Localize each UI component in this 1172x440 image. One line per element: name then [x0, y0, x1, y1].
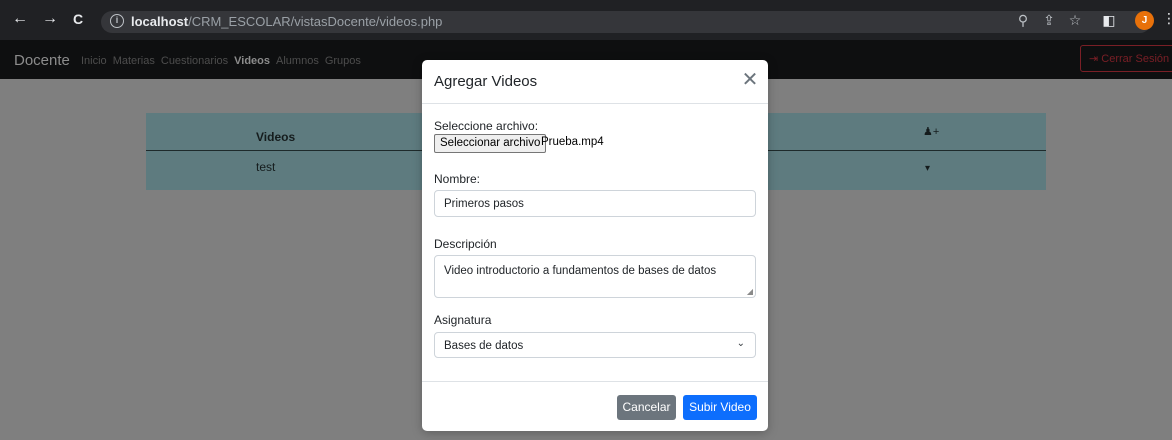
nav-link-inicio[interactable]: Inicio — [81, 55, 107, 67]
selected-file-name: Prueba.mp4 — [541, 136, 604, 148]
description-label: Descripción — [434, 237, 497, 251]
subject-selected-value: Bases de datos — [444, 340, 524, 352]
nav-link-materias[interactable]: Materias — [113, 55, 155, 67]
url-path: /CRM_ESCOLAR/vistasDocente/videos.php — [188, 14, 443, 29]
star-icon[interactable]: ☆ — [1066, 12, 1084, 28]
add-user-icon[interactable]: ♟+ — [923, 125, 939, 138]
url-text: localhost/CRM_ESCOLAR/vistasDocente/vide… — [131, 14, 442, 29]
row-actions-caret-icon[interactable]: ▾ — [925, 163, 930, 174]
logout-button[interactable]: ⇥ Cerrar Sesión — [1080, 45, 1172, 72]
file-label: Seleccione archivo: — [434, 119, 539, 133]
choose-file-button[interactable]: Seleccionar archivo — [434, 134, 547, 153]
nav-link-videos[interactable]: Videos — [234, 55, 270, 67]
add-video-modal: Agregar Videos ✕ Seleccione archivo: Sel… — [422, 60, 768, 431]
submit-video-button[interactable]: Subir Video — [683, 395, 757, 420]
back-icon[interactable]: ← — [10, 8, 30, 30]
logout-label: Cerrar Sesión — [1101, 53, 1170, 65]
address-bar[interactable]: i localhost/CRM_ESCOLAR/vistasDocente/vi… — [101, 11, 1151, 33]
nav-link-cuestionarios[interactable]: Cuestionarios — [161, 55, 228, 67]
column-header-videos: Videos — [256, 130, 296, 144]
nav-links: Inicio Materias Cuestionarios Videos Alu… — [81, 55, 361, 67]
nav-link-grupos[interactable]: Grupos — [325, 55, 361, 67]
reload-icon[interactable]: C — [68, 8, 88, 30]
menu-icon[interactable]: ⋮ — [1162, 10, 1172, 27]
subject-label: Asignatura — [434, 313, 492, 327]
subject-select[interactable]: Bases de datos ⌄ — [434, 332, 756, 358]
description-text: Video introductorio a fundamentos de bas… — [444, 265, 717, 277]
info-icon[interactable]: i — [110, 14, 124, 28]
name-input[interactable]: Primeros pasos — [434, 190, 756, 217]
side-panel-icon[interactable]: ◧ — [1100, 12, 1118, 28]
modal-header: Agregar Videos ✕ — [422, 60, 768, 104]
name-label: Nombre: — [434, 172, 481, 186]
cancel-button[interactable]: Cancelar — [617, 395, 676, 420]
forward-icon[interactable]: → — [40, 8, 60, 30]
description-textarea[interactable]: Video introductorio a fundamentos de bas… — [434, 255, 756, 298]
close-icon[interactable]: ✕ — [739, 69, 761, 91]
url-host: localhost — [131, 14, 189, 29]
share-icon[interactable]: ⇪ — [1040, 12, 1058, 28]
browser-toolbar: ← → C i localhost/CRM_ESCOLAR/vistasDoce… — [0, 0, 1172, 40]
navbar-brand[interactable]: Docente — [14, 52, 70, 69]
resize-handle-icon[interactable]: ◢ — [747, 287, 753, 296]
modal-footer: Cancelar Subir Video — [422, 381, 768, 431]
nav-link-alumnos[interactable]: Alumnos — [276, 55, 319, 67]
zoom-icon[interactable]: ⚲ — [1014, 12, 1032, 28]
table-cell-video-name: test — [256, 160, 276, 174]
chevron-down-icon: ⌄ — [736, 338, 745, 349]
logout-icon: ⇥ — [1089, 53, 1099, 65]
profile-avatar[interactable]: J — [1135, 11, 1154, 30]
modal-title: Agregar Videos — [434, 73, 538, 90]
